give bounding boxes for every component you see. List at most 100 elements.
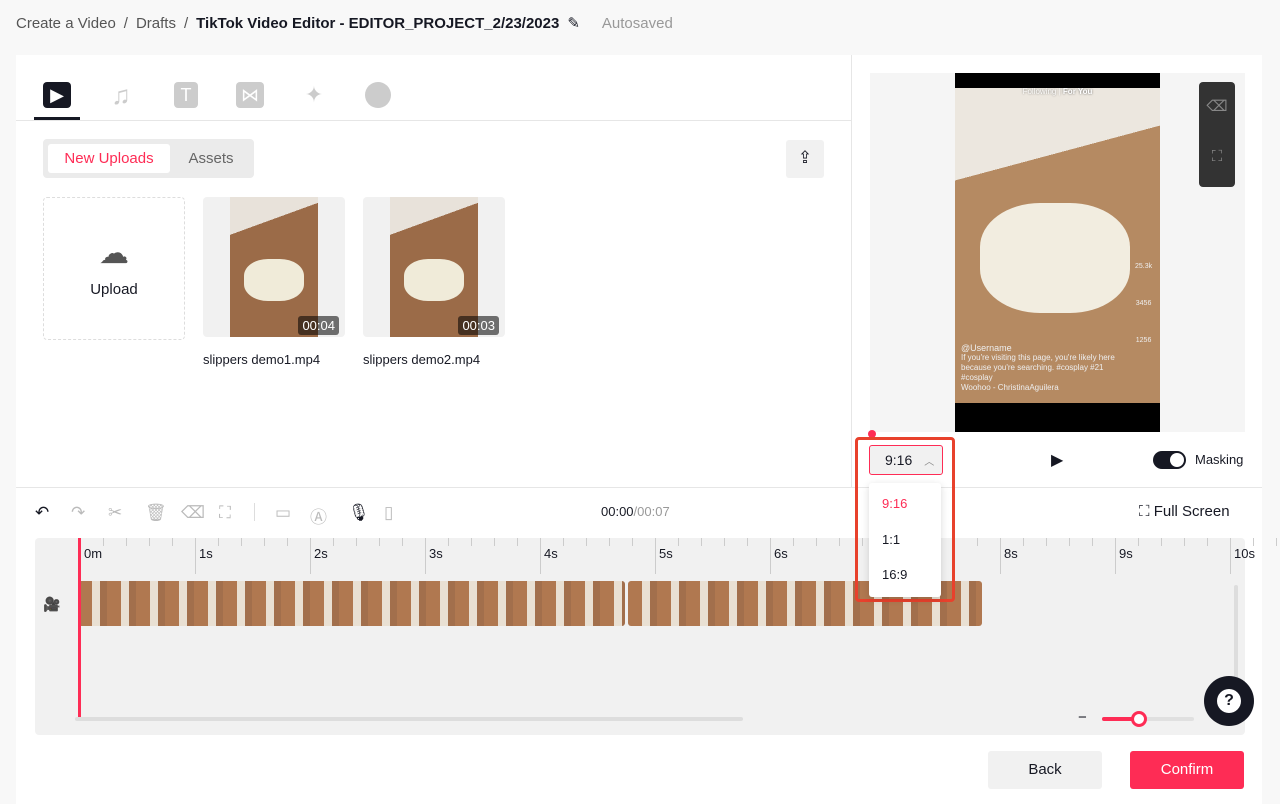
aspect-option-9-16[interactable]: 9:16	[869, 483, 941, 511]
ruler-minor-tick	[1253, 538, 1254, 546]
trash-icon[interactable]: 🗑	[145, 503, 167, 523]
vertical-scrollbar[interactable]	[1234, 585, 1238, 685]
ruler-major-tick	[1000, 538, 1001, 574]
back-button[interactable]: Back	[988, 751, 1102, 789]
ruler-major-tick	[770, 538, 771, 574]
video-tab-icon[interactable]: ▶	[43, 82, 71, 108]
project-title: TikTok Video Editor - EDITOR_PROJECT_2/2…	[196, 14, 560, 32]
ruler-label: 0m	[84, 546, 103, 561]
ruler-minor-tick	[126, 538, 127, 546]
media-thumbnail[interactable]: 00:03	[363, 197, 505, 337]
caption-icon[interactable]: ▭	[275, 503, 291, 523]
breadcrumb-create[interactable]: Create a Video	[16, 15, 116, 32]
slippers-image	[980, 203, 1130, 313]
zoom-out-icon[interactable]: −	[1078, 709, 1087, 726]
confirm-button[interactable]: Confirm	[1130, 751, 1244, 789]
ruler-minor-tick	[816, 538, 817, 546]
text-tab-icon[interactable]: T	[174, 82, 198, 108]
effects-tab-icon[interactable]: ✦	[300, 82, 328, 108]
ruler-minor-tick	[218, 538, 219, 546]
playhead-dot	[868, 430, 876, 438]
aspect-ratio-select[interactable]: 9:16 ︿	[869, 445, 943, 475]
ruler-minor-tick	[103, 538, 104, 546]
undo-icon[interactable]: ↶	[35, 503, 49, 523]
video-track-icon: 🎥	[43, 596, 61, 612]
ruler-label: 6s	[774, 546, 788, 561]
playhead[interactable]	[78, 538, 81, 718]
transition-tab-icon[interactable]: ⋈	[236, 82, 264, 108]
play-button[interactable]: ▶	[1051, 450, 1063, 470]
toggle-knob	[1170, 453, 1184, 467]
ruler-label: 1s	[199, 546, 213, 561]
aspect-option-16-9[interactable]: 16:9	[869, 547, 941, 582]
timeline[interactable]: 0m1s2s3s4s5s6s7s8s9s10s	[35, 538, 1277, 735]
zoom-slider[interactable]	[1102, 711, 1194, 727]
eraser-icon[interactable]: ⌫	[1199, 82, 1235, 132]
comments-count: 3456	[1135, 300, 1152, 307]
music-tab-icon[interactable]: ♫	[107, 82, 135, 108]
autosave-status: Autosaved	[601, 14, 673, 32]
masking-label: Masking	[1195, 452, 1244, 467]
ruler-major-tick	[195, 538, 196, 574]
ruler-minor-tick	[1161, 538, 1162, 546]
ruler-minor-tick	[609, 538, 610, 546]
aspect-option-1-1[interactable]: 1:1	[869, 511, 941, 547]
edit-title-icon[interactable]: ✎	[567, 14, 580, 32]
ruler-major-tick	[1115, 538, 1116, 574]
masking-toggle[interactable]	[1153, 451, 1186, 469]
video-preview[interactable]: Following | For You @Username If you're …	[955, 73, 1160, 432]
microphone-icon[interactable]: 🎙	[348, 503, 370, 523]
ruler-minor-tick	[1138, 538, 1139, 546]
media-thumbnail[interactable]: 00:04	[203, 197, 345, 337]
ruler-minor-tick	[402, 538, 403, 546]
upload-label: Upload	[90, 281, 138, 298]
assets-tab[interactable]: Assets	[173, 144, 249, 173]
ruler-major-tick	[1230, 538, 1231, 574]
ruler-minor-tick	[839, 538, 840, 546]
ruler-minor-tick	[747, 538, 748, 546]
ruler-minor-tick	[494, 538, 495, 546]
sticker-tab-icon[interactable]	[365, 82, 391, 108]
ruler-minor-tick	[1023, 538, 1024, 546]
new-uploads-tab[interactable]: New Uploads	[48, 144, 170, 173]
crop-icon[interactable]: ⛶	[1199, 132, 1235, 182]
ruler-minor-tick	[1069, 538, 1070, 546]
ruler-minor-tick	[471, 538, 472, 546]
ruler-major-tick	[540, 538, 541, 574]
upload-button[interactable]: ☁ Upload	[43, 197, 185, 340]
auto-caption-icon[interactable]: Ⓐ	[310, 503, 327, 528]
ruler-minor-tick	[379, 538, 380, 546]
full-screen-button[interactable]: ⛶ Full Screen	[1139, 503, 1230, 520]
ruler-minor-tick	[356, 538, 357, 546]
zoom-slider-handle[interactable]	[1130, 711, 1147, 727]
ruler-minor-tick	[172, 538, 173, 546]
ruler-label: 3s	[429, 546, 443, 561]
ruler-label: 2s	[314, 546, 328, 561]
shares-count: 1256	[1135, 337, 1152, 344]
horizontal-scrollbar[interactable]	[75, 717, 743, 721]
chevron-up-icon: ︿	[924, 457, 935, 468]
scissors-icon[interactable]: ✂	[108, 503, 122, 523]
ruler-minor-tick	[517, 538, 518, 546]
redo-icon[interactable]: ↷	[71, 503, 85, 523]
preview-tab-following: Following	[1022, 87, 1057, 96]
time-readout: 00:00/00:07	[601, 504, 670, 519]
current-time: 00:00	[601, 504, 634, 519]
ruler-minor-tick	[678, 538, 679, 546]
breadcrumb-drafts[interactable]: Drafts	[136, 15, 176, 32]
ruler-minor-tick	[954, 538, 955, 546]
active-tab-indicator	[34, 117, 80, 120]
export-button[interactable]: ⇪	[786, 140, 824, 178]
help-button[interactable]: ?	[1204, 676, 1254, 726]
ruler-minor-tick	[1184, 538, 1185, 546]
ruler-minor-tick	[632, 538, 633, 546]
media-segment: New Uploads Assets	[43, 139, 254, 178]
phone-frame-icon[interactable]: ▯	[384, 503, 393, 523]
ruler-label: 4s	[544, 546, 558, 561]
eraser-icon[interactable]: ⌫	[181, 503, 205, 523]
preview-tab-for-you: For You	[1062, 87, 1093, 96]
timeline-clip[interactable]	[78, 581, 625, 626]
crop-icon[interactable]: ⛶	[219, 503, 231, 523]
ruler-minor-tick	[448, 538, 449, 546]
separator: /	[123, 14, 128, 32]
